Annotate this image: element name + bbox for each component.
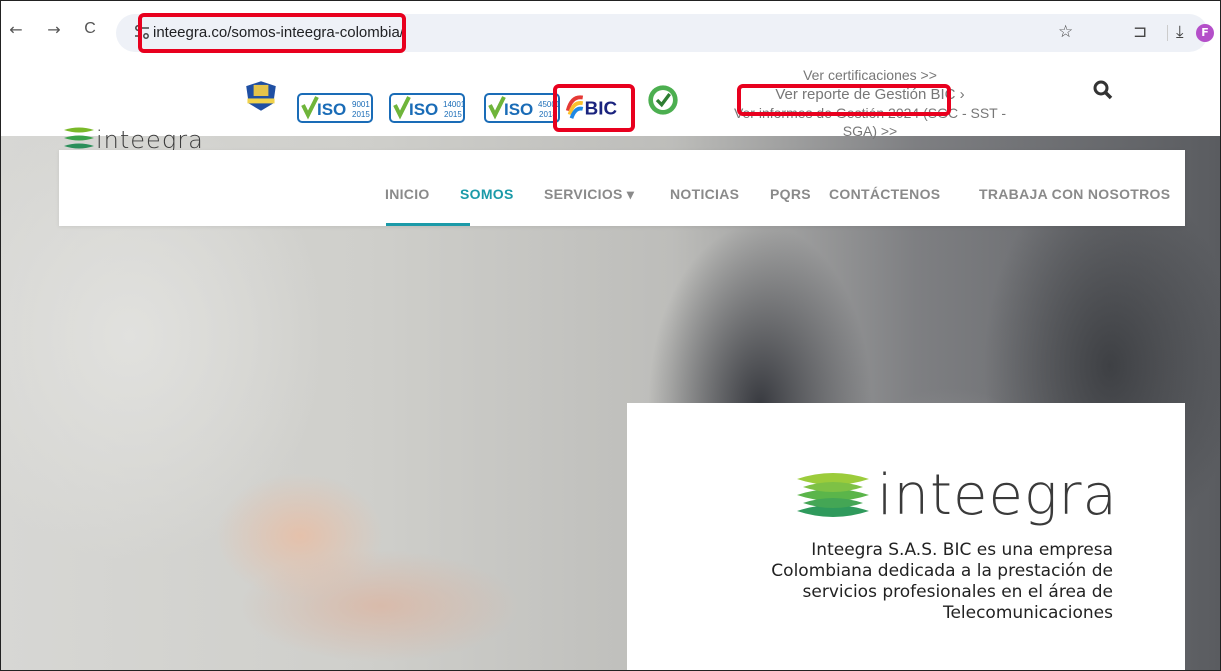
nav-item-noticias[interactable]: NOTICIAS xyxy=(670,186,739,202)
iso-9001-badge-icon: ISO 9001 2015 xyxy=(297,93,373,123)
certificaciones-link[interactable]: Ver certificaciones >> xyxy=(690,66,1050,84)
profile-avatar[interactable]: F xyxy=(1196,24,1214,42)
web-page: inteegra ISO 9001 2015 ISO 14001 2015 IS… xyxy=(0,56,1221,671)
svg-text:ISO: ISO xyxy=(317,100,346,119)
iso-14001-badge-icon: ISO 14001 2015 xyxy=(389,93,465,123)
svg-text:ISO: ISO xyxy=(409,100,438,119)
reload-icon[interactable]: C xyxy=(80,20,100,38)
bookmark-star-icon[interactable]: ☆ xyxy=(1058,22,1073,42)
nav-item-servicios[interactable]: SERVICIOS ▾ xyxy=(544,186,634,203)
highlight-reporte-bic xyxy=(737,84,951,116)
description-line: Telecomunicaciones xyxy=(942,603,1113,623)
nav-item-inicio[interactable]: INICIO xyxy=(385,186,430,202)
quality-shield-badge-icon xyxy=(246,81,276,111)
nav-item-somos[interactable]: SOMOS xyxy=(460,186,514,202)
company-description: Inteegra S.A.S. BIC es una empresa Colom… xyxy=(693,540,1113,624)
back-icon[interactable]: ← xyxy=(6,20,26,39)
svg-text:2015: 2015 xyxy=(352,110,370,119)
description-line: Colombiana dedicada a la prestación de xyxy=(771,561,1113,581)
svg-text:14001: 14001 xyxy=(443,100,465,109)
main-nav: INICIO SOMOS SERVICIOS ▾ NOTICIAS PQRS C… xyxy=(59,150,1185,226)
sustainability-seal-icon xyxy=(648,85,678,115)
iso-45001-badge-icon: ISO 45001 2018 xyxy=(484,93,560,123)
svg-text:ISO: ISO xyxy=(504,100,533,119)
active-nav-underline xyxy=(386,223,470,226)
inteegra-logo-icon[interactable] xyxy=(64,127,94,149)
highlight-bic-badge xyxy=(553,84,635,132)
description-line: Inteegra S.A.S. BIC es una empresa xyxy=(811,540,1113,560)
inteegra-card-logo-icon xyxy=(797,473,869,517)
toolbar-separator xyxy=(1167,25,1168,41)
download-icon[interactable]: ⤓ xyxy=(1176,22,1184,42)
nav-item-trabaja[interactable]: TRABAJA CON NOSOTROS xyxy=(979,186,1170,202)
svg-text:2015: 2015 xyxy=(444,110,462,119)
about-card: inteegra Inteegra S.A.S. BIC es una empr… xyxy=(627,403,1185,671)
nav-item-pqrs[interactable]: PQRS xyxy=(770,186,811,202)
description-line: servicios profesionales en el área de xyxy=(802,582,1113,602)
extensions-icon[interactable]: ⊐ xyxy=(1133,22,1147,42)
search-icon[interactable] xyxy=(1093,80,1113,100)
forward-icon[interactable]: → xyxy=(44,20,64,39)
card-logo-text: inteegra xyxy=(877,463,1118,528)
svg-text:9001: 9001 xyxy=(352,100,370,109)
highlight-url xyxy=(138,13,406,53)
nav-item-contactenos[interactable]: CONTÁCTENOS xyxy=(829,186,940,202)
